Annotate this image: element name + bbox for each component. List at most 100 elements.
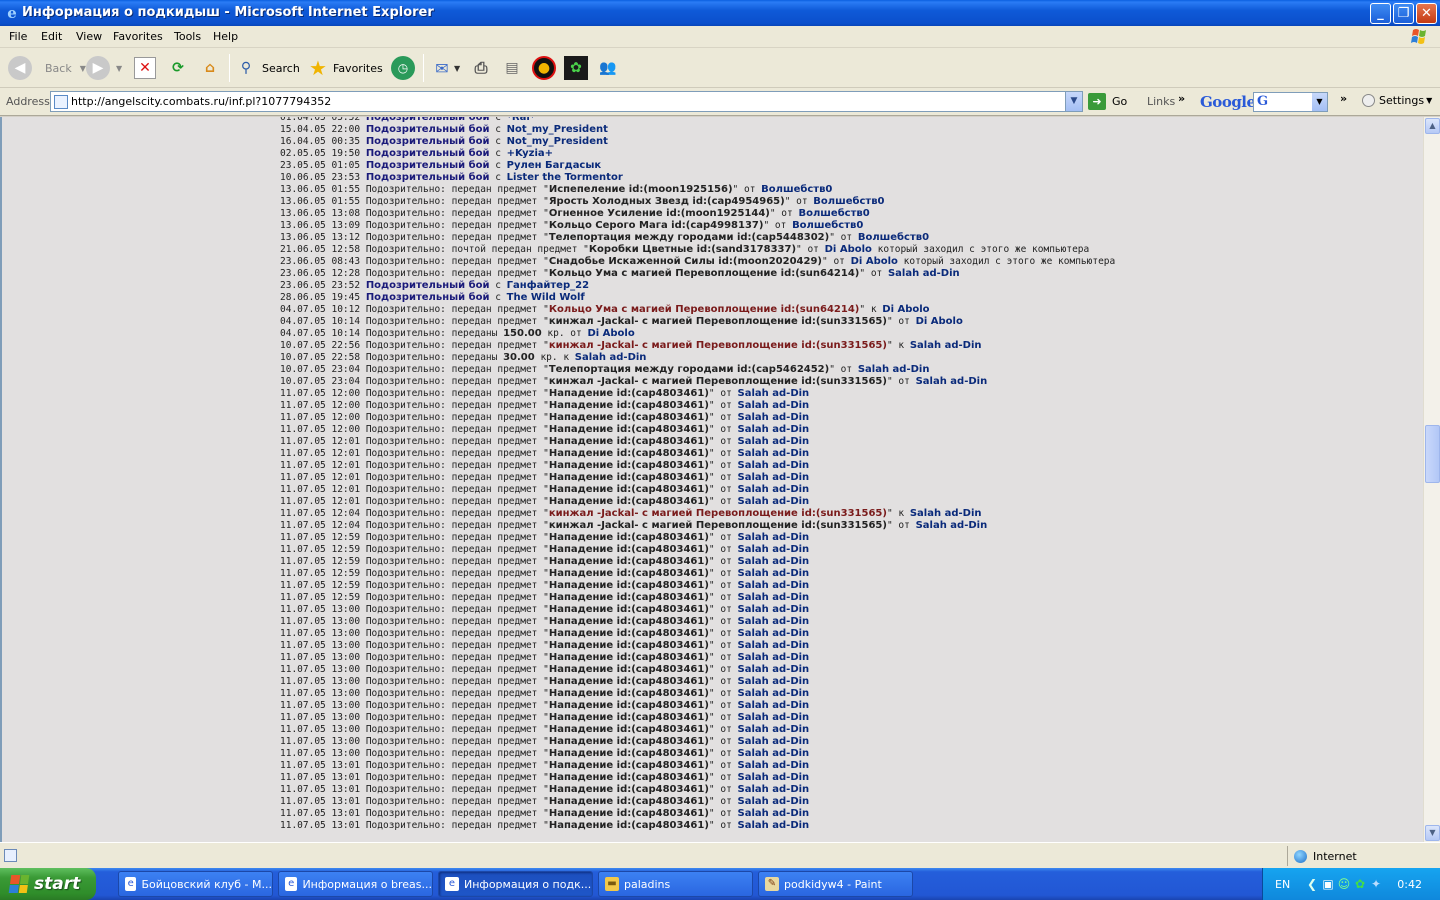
- player-nick[interactable]: Salah ad-Din: [738, 448, 810, 459]
- player-nick[interactable]: +Kyzia+: [507, 148, 553, 159]
- player-nick[interactable]: Salah ad-Din: [738, 736, 810, 747]
- player-nick[interactable]: Волшебств0: [792, 220, 863, 231]
- search-button[interactable]: ⚲ Search: [234, 54, 300, 82]
- player-nick[interactable]: Salah ad-Din: [858, 364, 930, 375]
- fight-link[interactable]: Подозрительный бой: [366, 172, 490, 183]
- network-icon[interactable]: ▣: [1321, 877, 1335, 891]
- fight-link[interactable]: Подозрительный бой: [366, 136, 490, 147]
- menu-view[interactable]: View: [76, 30, 102, 43]
- chevron-down-icon[interactable]: ▼: [1065, 92, 1082, 111]
- player-nick[interactable]: Salah ad-Din: [738, 712, 810, 723]
- messenger-tray-icon[interactable]: ☺: [1337, 877, 1351, 891]
- player-nick[interactable]: Salah ad-Din: [738, 592, 810, 603]
- menu-file[interactable]: File: [9, 30, 27, 43]
- title-bar[interactable]: e Информация о подкидыш - Microsoft Inte…: [0, 0, 1440, 26]
- task-paladins[interactable]: ▬ paladins: [598, 871, 753, 897]
- links-button[interactable]: Links: [1147, 95, 1175, 108]
- history-button[interactable]: ◷: [391, 54, 415, 82]
- player-nick[interactable]: Di Abolo: [851, 256, 898, 267]
- player-nick[interactable]: Salah ad-Din: [575, 352, 647, 363]
- player-nick[interactable]: Salah ad-Din: [910, 340, 982, 351]
- back-button[interactable]: ◀ Back ▼: [8, 54, 86, 82]
- player-nick[interactable]: Волшебств0: [858, 232, 929, 243]
- page-content[interactable]: 01.04.05 05:52 Подозрительный бой с *Ral…: [0, 117, 1423, 842]
- player-nick[interactable]: Salah ad-Din: [738, 568, 810, 579]
- player-nick[interactable]: Salah ad-Din: [738, 388, 810, 399]
- go-button[interactable]: ➜ Go: [1088, 93, 1127, 110]
- language-indicator[interactable]: EN: [1275, 878, 1290, 891]
- edit-button[interactable]: ▤: [500, 54, 524, 82]
- player-nick[interactable]: Salah ad-Din: [738, 484, 810, 495]
- player-nick[interactable]: Salah ad-Din: [738, 580, 810, 591]
- player-nick[interactable]: Волшебств0: [813, 196, 884, 207]
- fight-link[interactable]: Подозрительный бой: [366, 148, 490, 159]
- player-nick[interactable]: Salah ad-Din: [738, 796, 810, 807]
- player-nick[interactable]: Salah ad-Din: [738, 460, 810, 471]
- menu-help[interactable]: Help: [213, 30, 238, 43]
- player-nick[interactable]: Salah ad-Din: [916, 376, 988, 387]
- player-nick[interactable]: Salah ad-Din: [738, 724, 810, 735]
- player-nick[interactable]: Salah ad-Din: [738, 532, 810, 543]
- player-nick[interactable]: Salah ad-Din: [738, 436, 810, 447]
- mail-button[interactable]: ✉ ▼: [430, 54, 460, 82]
- player-nick[interactable]: Волшебств0: [798, 208, 869, 219]
- chevron-down-icon[interactable]: ▼: [1312, 93, 1327, 111]
- stop-button[interactable]: ✕: [134, 54, 156, 82]
- player-nick[interactable]: Salah ad-Din: [738, 664, 810, 675]
- player-nick[interactable]: Salah ad-Din: [738, 808, 810, 819]
- fight-link[interactable]: Подозрительный бой: [366, 124, 490, 135]
- menu-favorites[interactable]: Favorites: [113, 30, 163, 43]
- minimize-button[interactable]: _: [1370, 3, 1391, 24]
- chevron-right-icon[interactable]: »: [1340, 92, 1347, 105]
- task-info-podkidysh[interactable]: e Информация о подк...: [438, 871, 593, 897]
- settings-button[interactable]: Settings ▼: [1362, 94, 1432, 107]
- player-nick[interactable]: Salah ad-Din: [738, 616, 810, 627]
- player-nick[interactable]: Salah ad-Din: [738, 628, 810, 639]
- player-nick[interactable]: Not_my_President: [507, 136, 608, 147]
- fight-link[interactable]: Подозрительный бой: [366, 160, 490, 171]
- fight-link[interactable]: Подозрительный бой: [366, 292, 490, 303]
- player-nick[interactable]: Salah ad-Din: [738, 472, 810, 483]
- player-nick[interactable]: Salah ad-Din: [738, 544, 810, 555]
- player-nick[interactable]: Ганфайтер_22: [507, 280, 589, 291]
- vertical-scrollbar[interactable]: ▲ ▼: [1423, 117, 1440, 842]
- player-nick[interactable]: Salah ad-Din: [738, 772, 810, 783]
- player-nick[interactable]: Salah ad-Din: [738, 784, 810, 795]
- player-nick[interactable]: Di Abolo: [587, 328, 634, 339]
- player-nick[interactable]: Salah ad-Din: [738, 688, 810, 699]
- scroll-down-button[interactable]: ▼: [1425, 825, 1440, 841]
- player-nick[interactable]: Salah ad-Din: [916, 520, 988, 531]
- player-nick[interactable]: Salah ad-Din: [888, 268, 960, 279]
- scroll-up-button[interactable]: ▲: [1425, 118, 1440, 134]
- task-paint[interactable]: ✎ podkidyw4 - Paint: [758, 871, 913, 897]
- fight-link[interactable]: Подозрительный бой: [366, 280, 490, 291]
- player-nick[interactable]: Lister the Tormentor: [507, 172, 623, 183]
- google-search-input[interactable]: G ▼: [1253, 92, 1328, 112]
- star-tray-icon[interactable]: ✦: [1369, 877, 1383, 891]
- player-nick[interactable]: Salah ad-Din: [910, 508, 982, 519]
- player-nick[interactable]: *Ral*: [507, 117, 535, 123]
- player-nick[interactable]: Волшебств0: [761, 184, 832, 195]
- flower-icon[interactable]: ✿: [1353, 877, 1367, 891]
- forward-button[interactable]: ▶ ▼: [86, 54, 122, 82]
- player-nick[interactable]: Not_my_President: [507, 124, 608, 135]
- player-nick[interactable]: Salah ad-Din: [738, 760, 810, 771]
- address-input[interactable]: http://angelscity.combats.ru/inf.pl?1077…: [50, 91, 1083, 112]
- player-nick[interactable]: Salah ad-Din: [738, 700, 810, 711]
- chevron-right-icon[interactable]: »: [1178, 92, 1185, 105]
- player-nick[interactable]: Salah ad-Din: [738, 676, 810, 687]
- home-button[interactable]: ⌂: [198, 54, 222, 82]
- discuss-button[interactable]: ●: [532, 54, 556, 82]
- player-nick[interactable]: Salah ad-Din: [738, 640, 810, 651]
- restore-button[interactable]: ❐: [1393, 3, 1414, 24]
- menu-edit[interactable]: Edit: [41, 30, 62, 43]
- player-nick[interactable]: The Wild Wolf: [507, 292, 585, 303]
- messenger-button[interactable]: ✿: [564, 54, 588, 82]
- refresh-button[interactable]: ⟳: [166, 54, 190, 82]
- print-button[interactable]: ⎙: [469, 54, 493, 82]
- favorites-button[interactable]: ★ Favorites: [306, 54, 383, 82]
- player-nick[interactable]: Salah ad-Din: [738, 424, 810, 435]
- scroll-thumb[interactable]: [1425, 425, 1440, 483]
- player-nick[interactable]: Salah ad-Din: [738, 400, 810, 411]
- player-nick[interactable]: Di Abolo: [825, 244, 872, 255]
